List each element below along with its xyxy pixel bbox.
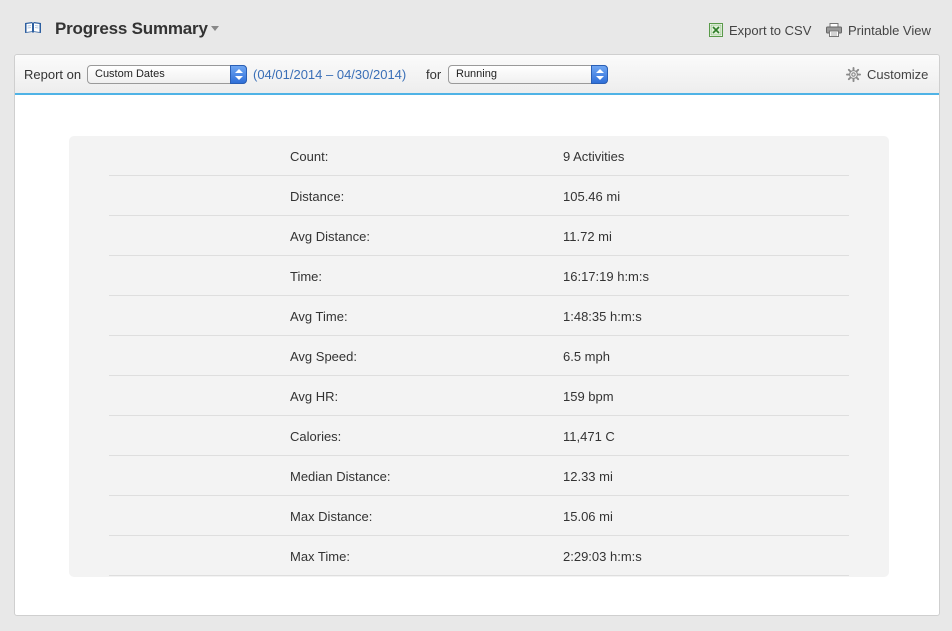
export-csv-button[interactable]: Export to CSV [709, 21, 811, 39]
date-range-link[interactable]: (04/01/2014 – 04/30/2014) [253, 67, 406, 82]
metric-value: 105.46 mi [563, 189, 621, 204]
select-arrows-icon [230, 65, 247, 84]
summary-table: Count: 9 Activities Distance: 105.46 mi … [69, 136, 889, 577]
metric-label: Avg Time: [290, 309, 348, 324]
metric-value: 1:48:35 h:m:s [563, 309, 642, 324]
table-row: Distance: 105.46 mi [109, 176, 849, 216]
export-csv-label: Export to CSV [729, 22, 812, 38]
table-row: Avg Time: 1:48:35 h:m:s [109, 296, 849, 336]
title-dropdown-icon[interactable] [211, 26, 219, 31]
metric-value: 15.06 mi [563, 509, 613, 524]
date-range-select-value: Custom Dates [95, 68, 165, 80]
metric-label: Max Time: [290, 549, 350, 564]
activity-type-select-value: Running [456, 68, 497, 80]
metric-label: Distance: [290, 189, 345, 204]
table-row: Count: 9 Activities [109, 136, 849, 176]
printable-view-button[interactable]: Printable View [826, 21, 931, 39]
report-toolbar: Report on Custom Dates (04/01/2014 – 04/… [15, 55, 939, 95]
printable-view-label: Printable View [848, 22, 931, 38]
table-row: Max Time: 2:29:03 h:m:s [109, 536, 849, 576]
metric-label: Avg Distance: [290, 229, 370, 244]
table-row: Calories: 11,471 C [109, 416, 849, 456]
metric-value: 16:17:19 h:m:s [563, 269, 649, 284]
metric-value: 9 Activities [563, 149, 625, 164]
table-row: Avg Speed: 6.5 mph [109, 336, 849, 376]
report-on-label: Report on [24, 67, 82, 82]
metric-label: Calories: [290, 429, 342, 444]
metric-value: 12.33 mi [563, 469, 613, 484]
metric-value: 11,471 C [563, 429, 615, 444]
table-row: Avg HR: 159 bpm [109, 376, 849, 416]
metric-label: Avg Speed: [290, 349, 357, 364]
report-panel: Report on Custom Dates (04/01/2014 – 04/… [14, 54, 940, 616]
metric-label: Time: [290, 269, 323, 284]
book-icon [24, 20, 42, 36]
activity-type-select[interactable]: Running [448, 65, 608, 84]
page-header: Progress Summary Export to CSV Printable… [0, 0, 952, 56]
date-range-select[interactable]: Custom Dates [87, 65, 247, 84]
page-title[interactable]: Progress Summary [55, 19, 208, 39]
table-row: Max Distance: 15.06 mi [109, 496, 849, 536]
customize-button[interactable]: Customize [846, 67, 928, 82]
excel-icon [709, 23, 723, 37]
for-label: for [426, 67, 442, 82]
metric-label: Count: [290, 149, 329, 164]
summary-rows: Count: 9 Activities Distance: 105.46 mi … [109, 136, 849, 576]
printer-icon [826, 23, 842, 37]
table-row: Median Distance: 12.33 mi [109, 456, 849, 496]
metric-label: Max Distance: [290, 509, 373, 524]
customize-label: Customize [867, 67, 929, 82]
metric-value: 6.5 mph [563, 349, 610, 364]
metric-value: 159 bpm [563, 389, 614, 404]
table-row: Time: 16:17:19 h:m:s [109, 256, 849, 296]
select-arrows-icon [591, 65, 608, 84]
gear-icon [846, 67, 861, 82]
table-row: Avg Distance: 11.72 mi [109, 216, 849, 256]
metric-label: Median Distance: [290, 469, 391, 484]
metric-label: Avg HR: [290, 389, 339, 404]
metric-value: 2:29:03 h:m:s [563, 549, 642, 564]
metric-value: 11.72 mi [563, 229, 612, 244]
